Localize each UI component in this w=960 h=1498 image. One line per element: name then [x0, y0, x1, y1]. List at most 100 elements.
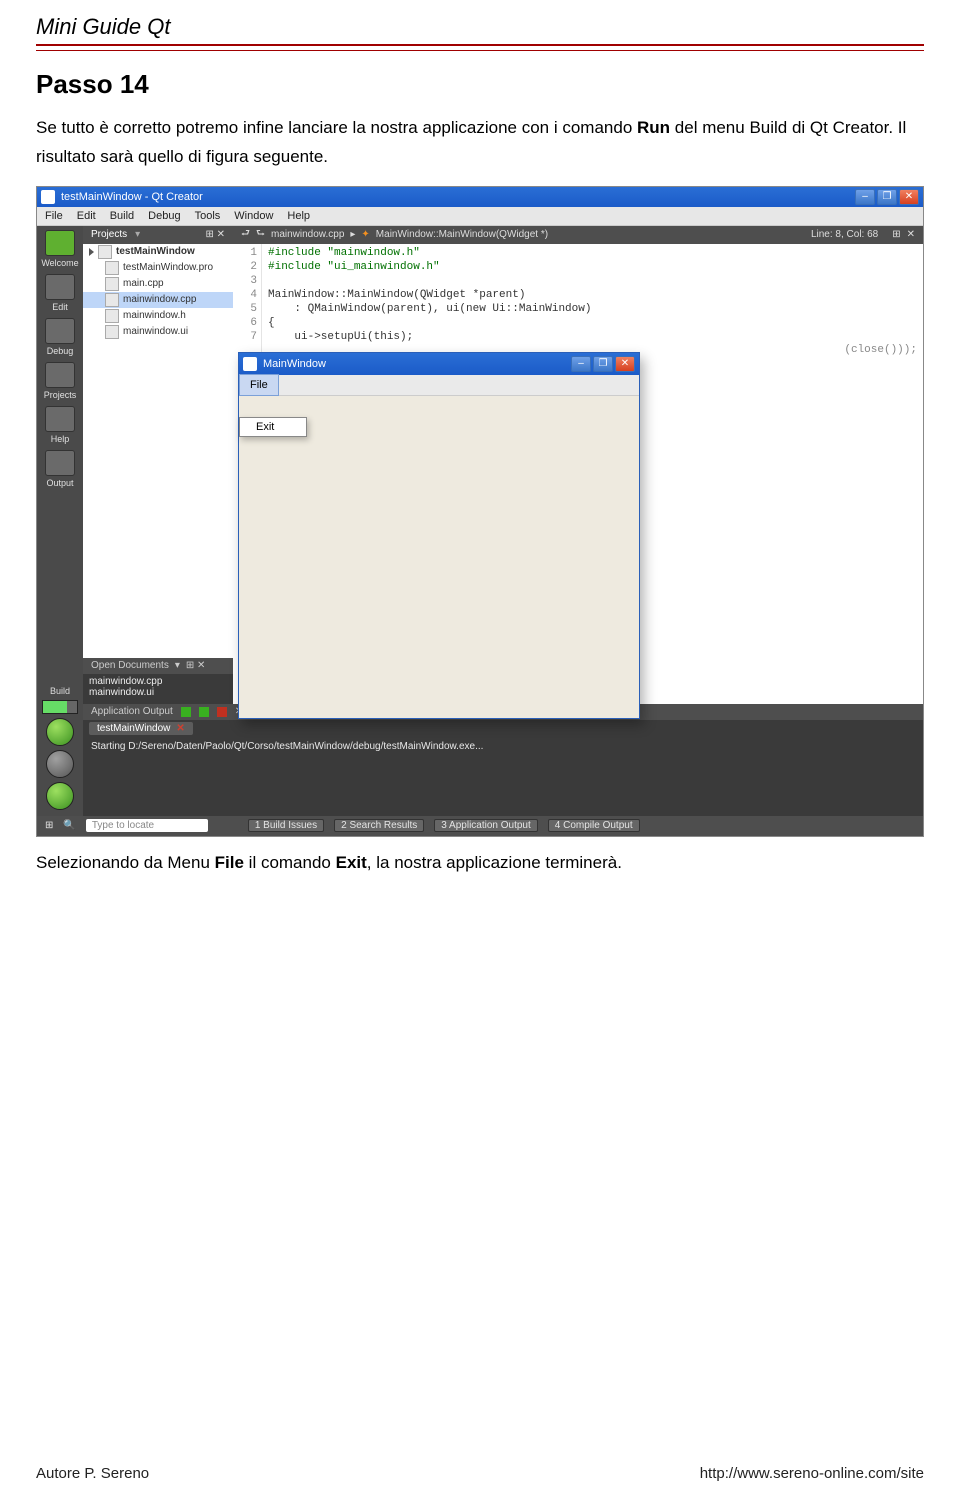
project-file[interactable]: testMainWindow.pro	[83, 260, 233, 276]
app-titlebar: MainWindow – ❐ ✕	[239, 353, 639, 375]
file-icon	[105, 293, 119, 307]
ide-menu-tools[interactable]: Tools	[195, 210, 221, 222]
step-heading: Passo 14	[36, 69, 924, 100]
closing-text-e: , la nostra applicazione terminerà.	[367, 853, 622, 872]
panel-split-icon[interactable]: ⊞ ✕	[205, 229, 225, 240]
ide-app-icon	[41, 190, 55, 204]
ide-menu-edit[interactable]: Edit	[77, 210, 96, 222]
rerun-flag-icon[interactable]	[199, 707, 209, 717]
sidebar-debug[interactable]: Debug	[40, 318, 80, 356]
ide-close-button[interactable]: ✕	[899, 189, 919, 205]
build-progress	[42, 700, 78, 714]
ide-menu-build[interactable]: Build	[110, 210, 134, 222]
editor-crumb-file[interactable]: mainwindow.cpp	[271, 229, 344, 240]
close-icon[interactable]: ✕	[176, 723, 184, 734]
app-minimize-button[interactable]: –	[571, 356, 591, 372]
chevron-down-icon[interactable]: ▾	[175, 660, 180, 671]
run-flag-icon[interactable]	[181, 707, 191, 717]
locator-icon[interactable]: ⊞	[45, 820, 53, 831]
sidebar-edit[interactable]: Edit	[40, 274, 80, 312]
ide-menu-file[interactable]: File	[45, 210, 63, 222]
project-file-selected[interactable]: mainwindow.cpp	[83, 292, 233, 308]
footer-url: http://www.sereno-online.com/site	[700, 1465, 924, 1482]
bottom-tab-build-issues[interactable]: 1 Build Issues	[248, 819, 324, 832]
application-output-panel: Application Output ✕ testMainWindow✕ Sta…	[83, 704, 923, 816]
sidebar-label: Edit	[52, 302, 68, 312]
run-button[interactable]	[46, 718, 74, 746]
editor-close-icon[interactable]: ✕	[907, 229, 915, 240]
closing-bold-file: File	[215, 853, 244, 872]
app-client-area	[239, 396, 639, 718]
bottom-tab-app-output[interactable]: 3 Application Output	[434, 819, 538, 832]
run-debug-button[interactable]	[46, 750, 74, 778]
sidebar-build-label: Build	[50, 686, 70, 696]
ide-sidebar: Welcome Edit Debug Projects Help Output …	[37, 226, 83, 816]
ide-maximize-button[interactable]: ❐	[877, 189, 897, 205]
running-app-window: MainWindow – ❐ ✕ File Exit	[238, 352, 640, 719]
sidebar-welcome[interactable]: Welcome	[40, 230, 80, 268]
app-output-label: Application Output	[91, 706, 173, 717]
editor-status: Line: 8, Col: 68	[811, 229, 878, 240]
project-file[interactable]: main.cpp	[83, 276, 233, 292]
project-file-label: mainwindow.h	[123, 310, 186, 321]
project-tree: testMainWindow testMainWindow.pro main.c…	[83, 244, 234, 658]
file-icon	[105, 309, 119, 323]
app-output-tab[interactable]: testMainWindow ✕	[89, 722, 193, 735]
code-fragment-right: (close()));	[844, 344, 917, 356]
closing-text-c: il comando	[244, 853, 336, 872]
sidebar-label: Debug	[47, 346, 74, 356]
project-file-label: main.cpp	[123, 278, 164, 289]
open-doc-item[interactable]: mainwindow.ui	[89, 687, 227, 698]
editor-split-icon[interactable]: ⊞	[892, 229, 900, 240]
closing-bold-exit: Exit	[336, 853, 367, 872]
build-button[interactable]	[46, 782, 74, 810]
project-file[interactable]: mainwindow.h	[83, 308, 233, 324]
ide-menu-debug[interactable]: Debug	[148, 210, 180, 222]
panel-close-icon[interactable]: ⊞ ✕	[186, 660, 206, 671]
project-root[interactable]: testMainWindow	[83, 244, 233, 260]
app-menu-file[interactable]: File	[239, 374, 279, 396]
sidebar-help[interactable]: Help	[40, 406, 80, 444]
ide-bottom-bar: ⊞ 🔍 Type to locate 1 Build Issues 2 Sear…	[37, 816, 923, 836]
project-file-label: mainwindow.ui	[123, 326, 188, 337]
bottom-tab-search-results[interactable]: 2 Search Results	[334, 819, 424, 832]
editor-header: ⮐ ⮑ mainwindow.cpp ▸ ✦ MainWindow::MainW…	[233, 226, 923, 244]
app-file-dropdown: Exit	[239, 417, 307, 437]
sidebar-output[interactable]: Output	[40, 450, 80, 488]
open-doc-item[interactable]: mainwindow.cpp	[89, 676, 227, 687]
nav-fwd-icon[interactable]: ⮑	[256, 226, 265, 243]
qt-icon	[45, 230, 75, 256]
sidebar-label: Welcome	[41, 258, 78, 268]
ide-minimize-button[interactable]: –	[855, 189, 875, 205]
sidebar-projects[interactable]: Projects	[40, 362, 80, 400]
open-documents-label[interactable]: Open Documents	[91, 660, 169, 671]
app-close-button[interactable]: ✕	[615, 356, 635, 372]
sidebar-build-block: Build	[40, 686, 80, 816]
app-title-text: MainWindow	[263, 358, 326, 370]
stop-flag-icon[interactable]	[217, 707, 227, 717]
ide-menu-help[interactable]: Help	[287, 210, 310, 222]
file-icon	[105, 277, 119, 291]
app-maximize-button[interactable]: ❐	[593, 356, 613, 372]
sidebar-label: Help	[51, 434, 70, 444]
ide-menu-window[interactable]: Window	[234, 210, 273, 222]
project-root-label: testMainWindow	[116, 246, 195, 257]
bottom-tab-compile-output[interactable]: 4 Compile Output	[548, 819, 640, 832]
intro-bold-run: Run	[637, 118, 670, 137]
app-output-tab-label: testMainWindow	[97, 723, 170, 734]
projects-panel-label[interactable]: Projects	[91, 229, 127, 240]
app-menubar: File Exit	[239, 375, 639, 396]
app-menu-item-exit[interactable]: Exit	[240, 418, 306, 436]
closing-paragraph: Selezionando da Menu File il comando Exi…	[36, 849, 924, 878]
expand-icon	[89, 248, 94, 256]
header-rule	[36, 44, 924, 51]
project-file[interactable]: mainwindow.ui	[83, 324, 233, 340]
editor-crumb-symbol[interactable]: MainWindow::MainWindow(QWidget *)	[376, 229, 548, 240]
projects-icon	[45, 362, 75, 388]
locator-input[interactable]: Type to locate	[86, 819, 208, 832]
ide-menubar: File Edit Build Debug Tools Window Help	[37, 207, 923, 226]
nav-back-icon[interactable]: ⮐	[241, 226, 250, 243]
chevron-down-icon[interactable]: ▾	[135, 229, 140, 240]
file-icon	[105, 325, 119, 339]
screenshot-qtcreator: testMainWindow - Qt Creator – ❐ ✕ File E…	[36, 186, 924, 837]
